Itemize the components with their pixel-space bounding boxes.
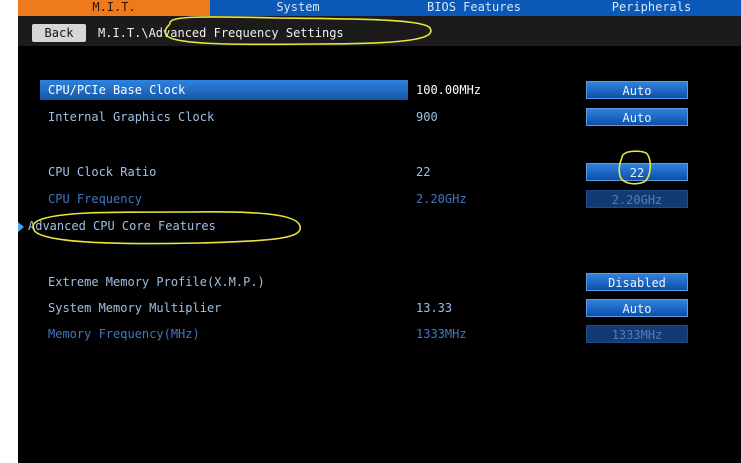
setting-row-cpu-pcie-base-clock[interactable]: CPU/PCIe Base Clock 100.00MHz Auto [32, 80, 732, 100]
settings-list: CPU/PCIe Base Clock 100.00MHz Auto Inter… [18, 56, 741, 463]
setting-label: Memory Frequency(MHz) [48, 327, 200, 341]
breadcrumb-path: M.I.T.\Advanced Frequency Settings [98, 26, 344, 40]
submenu-advanced-cpu-core-features[interactable]: Advanced CPU Core Features [18, 216, 732, 236]
setting-value: 100.00MHz [416, 83, 482, 97]
tab-bios-features[interactable]: BIOS Features [386, 0, 562, 16]
setting-row-memory-frequency: Memory Frequency(MHz) 1333MHz 1333MHz [32, 324, 732, 344]
setting-row-system-memory-multiplier[interactable]: System Memory Multiplier 13.33 Auto [32, 298, 732, 318]
option-button-disabled: 1333MHz [586, 325, 688, 343]
setting-label: System Memory Multiplier [48, 301, 222, 315]
option-button[interactable]: Auto [586, 81, 688, 99]
setting-row-cpu-frequency: CPU Frequency 2.20GHz 2.20GHz [32, 189, 732, 209]
breadcrumb: Back M.I.T.\Advanced Frequency Settings [18, 16, 741, 46]
setting-label: Internal Graphics Clock [48, 110, 215, 124]
setting-value: 2.20GHz [416, 192, 467, 206]
setting-label: CPU Frequency [48, 192, 142, 206]
option-button[interactable]: Auto [586, 299, 688, 317]
setting-label: CPU Clock Ratio [48, 165, 157, 179]
setting-label: CPU/PCIe Base Clock [48, 83, 186, 97]
option-button[interactable]: Disabled [586, 273, 688, 291]
setting-value: 22 [416, 165, 431, 179]
submenu-arrow-icon [18, 222, 24, 232]
option-button[interactable]: 22 [586, 163, 688, 181]
option-button[interactable]: Auto [586, 108, 688, 126]
setting-row-cpu-clock-ratio[interactable]: CPU Clock Ratio 22 22 [32, 162, 732, 182]
back-button[interactable]: Back [32, 24, 86, 42]
tab-bar: M.I.T. System BIOS Features Peripherals [18, 0, 741, 16]
setting-value: 13.33 [416, 301, 453, 315]
tab-system[interactable]: System [210, 0, 386, 16]
setting-value: 900 [416, 110, 438, 124]
setting-row-internal-graphics-clock[interactable]: Internal Graphics Clock 900 Auto [32, 107, 732, 127]
setting-value: 1333MHz [416, 327, 467, 341]
option-button-disabled: 2.20GHz [586, 190, 688, 208]
tab-mit[interactable]: M.I.T. [18, 0, 210, 16]
setting-row-extreme-memory-profile[interactable]: Extreme Memory Profile(X.M.P.) Disabled [32, 272, 732, 292]
bios-screen: M.I.T. System BIOS Features Peripherals … [18, 0, 741, 463]
submenu-label: Advanced CPU Core Features [28, 219, 216, 233]
setting-label: Extreme Memory Profile(X.M.P.) [48, 275, 265, 289]
tab-peripherals[interactable]: Peripherals [562, 0, 741, 16]
